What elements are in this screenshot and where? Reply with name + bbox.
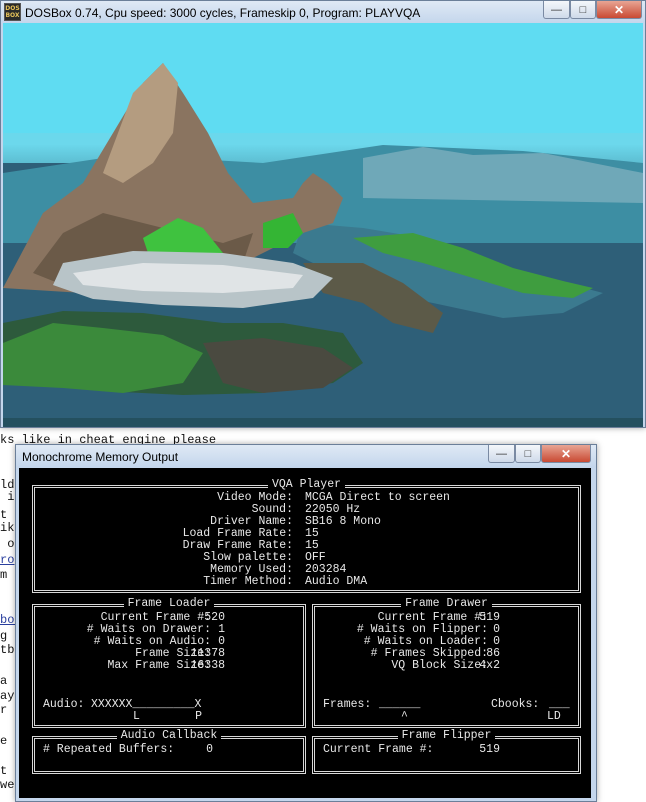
monochrome-title: Monochrome Memory Output bbox=[22, 450, 179, 464]
audio-buffer-markers: L P bbox=[133, 710, 203, 723]
audio-callback-panel: Audio Callback # Repeated Buffers: 0 bbox=[32, 729, 306, 774]
maximize-button[interactable]: □ bbox=[570, 1, 596, 19]
dosbox-screen[interactable] bbox=[3, 23, 643, 427]
monochrome-titlebar[interactable]: Monochrome Memory Output — □ ✕ bbox=[16, 445, 596, 467]
maximize-icon: □ bbox=[579, 3, 587, 16]
close-button[interactable]: ✕ bbox=[541, 445, 591, 463]
panel-title: Frame Drawer bbox=[315, 597, 578, 610]
minimize-icon: — bbox=[496, 447, 507, 460]
monochrome-output: VQA Player Video Mode: MCGA Direct to sc… bbox=[19, 468, 591, 798]
game-scene-image bbox=[3, 23, 643, 427]
close-icon: ✕ bbox=[613, 2, 625, 17]
frames-marker: ^ bbox=[401, 710, 408, 723]
vqa-player-panel: VQA Player Video Mode: MCGA Direct to sc… bbox=[32, 478, 581, 593]
panel-title: Frame Loader bbox=[35, 597, 303, 610]
label-timer-method: Timer Method: bbox=[203, 575, 293, 588]
minimize-button[interactable]: — bbox=[543, 1, 570, 19]
frame-flipper-panel: Frame Flipper Current Frame #: 519 bbox=[312, 729, 581, 774]
maximize-button[interactable]: □ bbox=[515, 445, 541, 463]
dosbox-title: DOSBox 0.74, Cpu speed: 3000 cycles, Fra… bbox=[25, 6, 421, 20]
value-vq-block-size: 4x2 bbox=[479, 659, 500, 672]
label-current-frame: Current Frame #: bbox=[323, 743, 434, 756]
close-button[interactable]: ✕ bbox=[596, 1, 642, 19]
panel-title: Frame Flipper bbox=[315, 729, 578, 742]
value-max-frame-size: 16338 bbox=[190, 659, 225, 672]
minimize-icon: — bbox=[551, 3, 562, 16]
panel-title: Audio Callback bbox=[35, 729, 303, 742]
label-repeated-buffers: # Repeated Buffers: bbox=[43, 743, 175, 756]
maximize-icon: □ bbox=[524, 447, 532, 460]
value-timer-method: Audio DMA bbox=[305, 575, 368, 588]
dosbox-titlebar[interactable]: DOS BOX DOSBox 0.74, Cpu speed: 3000 cyc… bbox=[1, 1, 645, 23]
background-fragment: m bbox=[0, 568, 8, 582]
cbooks-label: Cbooks: bbox=[491, 698, 540, 711]
minimize-button[interactable]: — bbox=[488, 445, 515, 463]
close-icon: ✕ bbox=[560, 446, 572, 461]
dosbox-window: DOS BOX DOSBox 0.74, Cpu speed: 3000 cyc… bbox=[0, 0, 646, 428]
value-repeated-buffers: 0 bbox=[206, 743, 213, 756]
audio-label: Audio: bbox=[43, 698, 85, 711]
frames-label: Frames: bbox=[323, 698, 372, 711]
frame-loader-panel: Frame Loader Current Frame #: # Waits on… bbox=[32, 597, 306, 728]
value-current-frame: 519 bbox=[479, 743, 500, 756]
frame-drawer-panel: Frame Drawer Current Frame #: # Waits on… bbox=[312, 597, 581, 728]
cbooks-marker: LD bbox=[547, 710, 561, 723]
frames-bar: ______ bbox=[379, 698, 421, 711]
panel-title: VQA Player bbox=[35, 478, 578, 491]
dosbox-icon: DOS BOX bbox=[4, 3, 21, 21]
